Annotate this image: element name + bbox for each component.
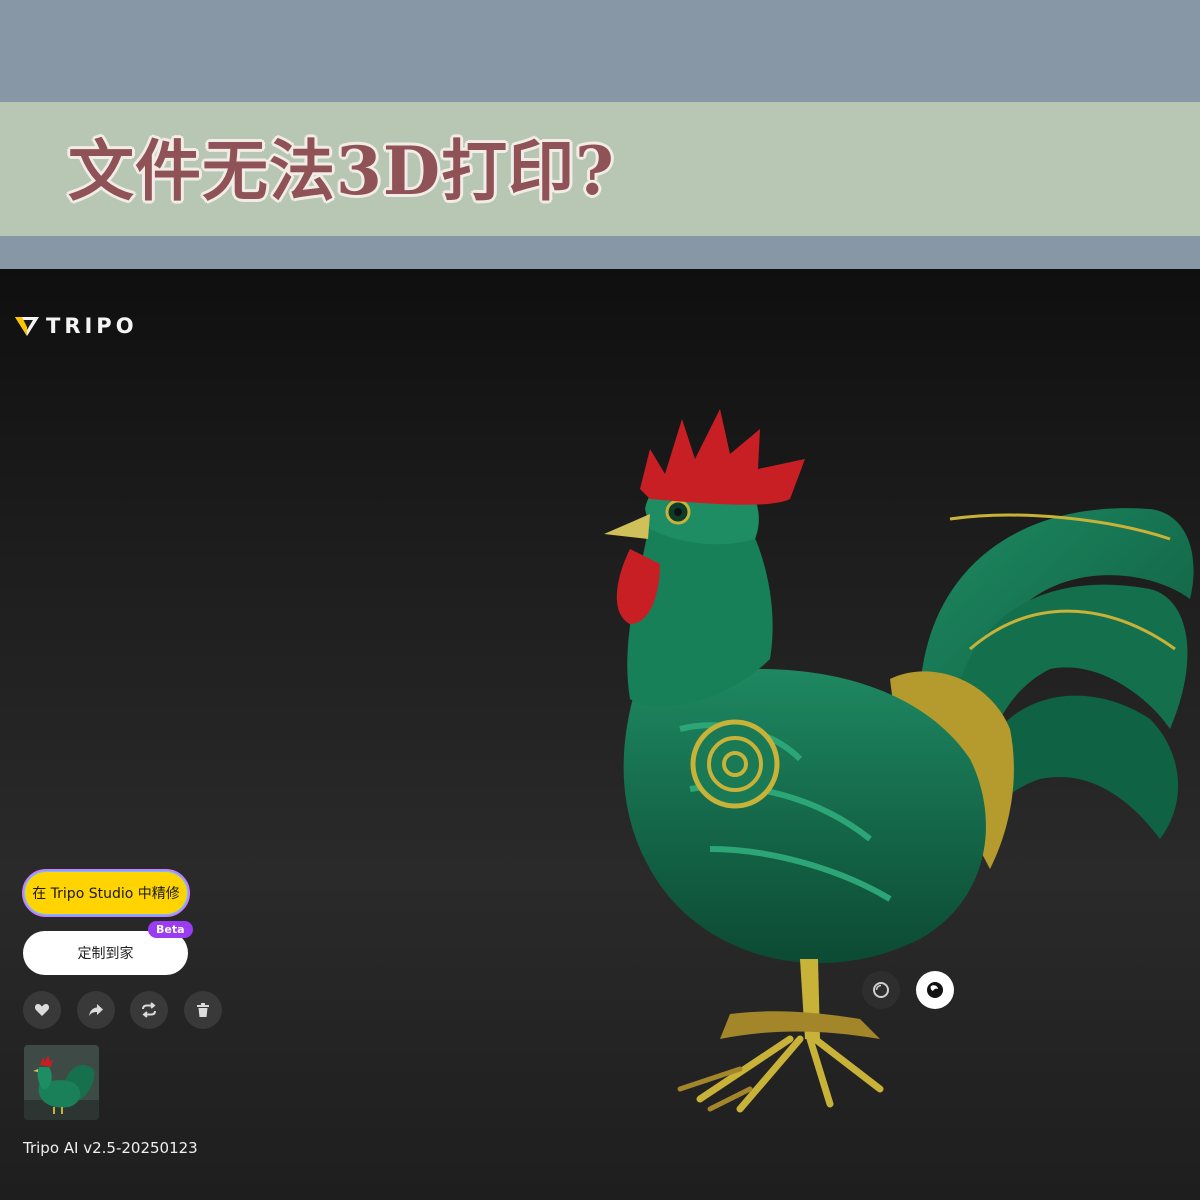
share-button[interactable] [77, 991, 115, 1029]
view-mode-shaded-button[interactable] [916, 971, 954, 1009]
circle-outline-icon [873, 982, 889, 998]
beta-badge: Beta [148, 921, 193, 938]
view-mode-outline-button[interactable] [862, 971, 900, 1009]
delete-button[interactable] [184, 991, 222, 1029]
regenerate-button[interactable] [130, 991, 168, 1029]
trash-icon [197, 1003, 209, 1017]
like-button[interactable] [23, 991, 61, 1029]
tripo-logo[interactable]: TRIPO [14, 314, 138, 338]
model-version: Tripo AI v2.5-20250123 [23, 1139, 198, 1157]
banner-title: 文件无法3D打印? [68, 132, 615, 210]
repeat-icon [142, 1002, 156, 1018]
tripo-logo-icon [15, 317, 39, 336]
logo-text: TRIPO [46, 314, 138, 338]
share-icon [89, 1004, 103, 1016]
refine-in-studio-button[interactable]: 在 Tripo Studio 中精修 [22, 869, 190, 917]
model-thumbnail[interactable] [24, 1045, 99, 1120]
heart-icon [34, 1004, 50, 1016]
rooster-model-image[interactable] [590, 399, 1200, 1119]
model-viewer[interactable]: TRIPO 在 Tripo Studio 中精修 定制到家 Beta Tripo… [0, 269, 1200, 1200]
sphere-shaded-icon [927, 982, 943, 998]
